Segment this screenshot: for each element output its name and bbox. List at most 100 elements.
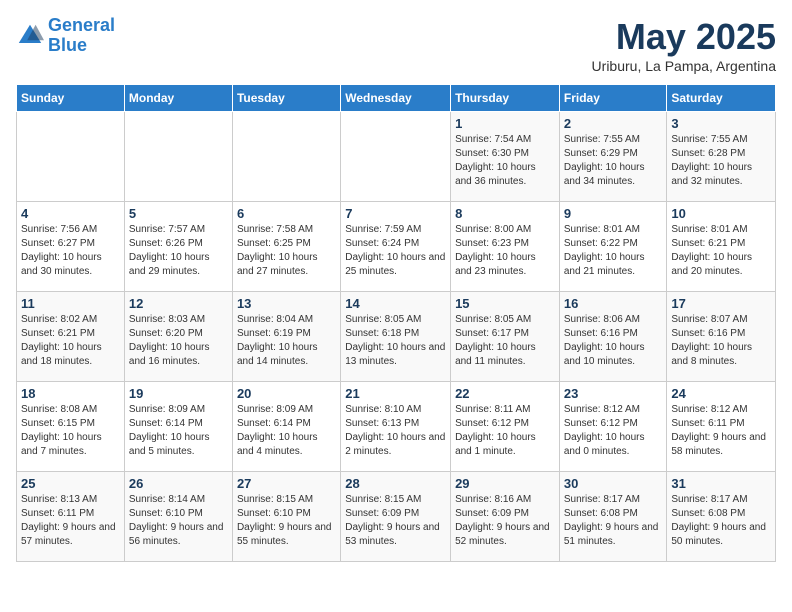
day-number: 4 — [21, 206, 120, 221]
day-cell: 16 Sunrise: 8:06 AM Sunset: 6:16 PM Dayli… — [559, 292, 667, 382]
title-block: May 2025 Uriburu, La Pampa, Argentina — [592, 16, 776, 74]
day-number: 25 — [21, 476, 120, 491]
day-info: Sunrise: 8:06 AM Sunset: 6:16 PM Dayligh… — [564, 313, 663, 369]
day-cell: 6 Sunrise: 7:58 AM Sunset: 6:25 PM Daylig… — [232, 202, 340, 292]
day-info: Sunrise: 8:17 AM Sunset: 6:08 PM Dayligh… — [671, 493, 771, 549]
day-info: Sunrise: 8:03 AM Sunset: 6:20 PM Dayligh… — [129, 313, 228, 369]
day-info: Sunrise: 8:15 AM Sunset: 6:10 PM Dayligh… — [237, 493, 336, 549]
day-info: Sunrise: 8:04 AM Sunset: 6:19 PM Dayligh… — [237, 313, 336, 369]
week-row-3: 11 Sunrise: 8:02 AM Sunset: 6:21 PM Dayli… — [17, 292, 776, 382]
day-number: 23 — [564, 386, 663, 401]
day-number: 20 — [237, 386, 336, 401]
day-info: Sunrise: 8:17 AM Sunset: 6:08 PM Dayligh… — [564, 493, 663, 549]
day-info: Sunrise: 8:14 AM Sunset: 6:10 PM Dayligh… — [129, 493, 228, 549]
logo-line2: Blue — [48, 35, 87, 55]
day-number: 30 — [564, 476, 663, 491]
day-cell: 8 Sunrise: 8:00 AM Sunset: 6:23 PM Daylig… — [451, 202, 560, 292]
day-cell: 27 Sunrise: 8:15 AM Sunset: 6:10 PM Dayli… — [232, 472, 340, 562]
day-number: 11 — [21, 296, 120, 311]
day-info: Sunrise: 8:07 AM Sunset: 6:16 PM Dayligh… — [671, 313, 771, 369]
day-cell: 17Sunrise: 8:07 AM Sunset: 6:16 PM Dayli… — [667, 292, 776, 382]
day-cell: 9Sunrise: 8:01 AM Sunset: 6:22 PM Daylig… — [559, 202, 667, 292]
day-info: Sunrise: 8:02 AM Sunset: 6:21 PM Dayligh… — [21, 313, 120, 369]
day-info: Sunrise: 7:55 AM Sunset: 6:29 PM Dayligh… — [564, 133, 663, 189]
day-number: 16 — [564, 296, 663, 311]
day-cell: 15 Sunrise: 8:05 AM Sunset: 6:17 PM Dayli… — [451, 292, 560, 382]
day-cell: 20 Sunrise: 8:09 AM Sunset: 6:14 PM Dayli… — [232, 382, 340, 472]
day-cell: 22Sunrise: 8:11 AM Sunset: 6:12 PM Dayli… — [451, 382, 560, 472]
day-cell: 2Sunrise: 7:55 AM Sunset: 6:29 PM Daylig… — [559, 112, 667, 202]
day-cell — [124, 112, 232, 202]
day-info: Sunrise: 8:00 AM Sunset: 6:23 PM Dayligh… — [455, 223, 555, 279]
day-number: 1 — [455, 116, 555, 131]
day-number: 13 — [237, 296, 336, 311]
page-header: General Blue May 2025 Uriburu, La Pampa,… — [16, 16, 776, 74]
calendar-table: SundayMondayTuesdayWednesdayThursdayFrid… — [16, 84, 776, 562]
day-number: 29 — [455, 476, 555, 491]
day-number: 6 — [237, 206, 336, 221]
day-number: 26 — [129, 476, 228, 491]
day-info: Sunrise: 7:59 AM Sunset: 6:24 PM Dayligh… — [345, 223, 446, 279]
weekday-header-saturday: Saturday — [667, 85, 776, 112]
day-number: 5 — [129, 206, 228, 221]
day-number: 18 — [21, 386, 120, 401]
day-info: Sunrise: 7:56 AM Sunset: 6:27 PM Dayligh… — [21, 223, 120, 279]
week-row-5: 25 Sunrise: 8:13 AM Sunset: 6:11 PM Dayli… — [17, 472, 776, 562]
day-cell: 4 Sunrise: 7:56 AM Sunset: 6:27 PM Daylig… — [17, 202, 125, 292]
day-info: Sunrise: 8:12 AM Sunset: 6:11 PM Dayligh… — [671, 403, 771, 459]
day-number: 10 — [671, 206, 771, 221]
day-info: Sunrise: 8:09 AM Sunset: 6:14 PM Dayligh… — [129, 403, 228, 459]
day-cell: 25 Sunrise: 8:13 AM Sunset: 6:11 PM Dayli… — [17, 472, 125, 562]
weekday-header-friday: Friday — [559, 85, 667, 112]
day-cell: 11 Sunrise: 8:02 AM Sunset: 6:21 PM Dayli… — [17, 292, 125, 382]
day-cell: 3Sunrise: 7:55 AM Sunset: 6:28 PM Daylig… — [667, 112, 776, 202]
day-info: Sunrise: 7:58 AM Sunset: 6:25 PM Dayligh… — [237, 223, 336, 279]
day-number: 31 — [671, 476, 771, 491]
day-cell — [341, 112, 451, 202]
day-cell: 21Sunrise: 8:10 AM Sunset: 6:13 PM Dayli… — [341, 382, 451, 472]
weekday-header-row: SundayMondayTuesdayWednesdayThursdayFrid… — [17, 85, 776, 112]
day-cell: 31 Sunrise: 8:17 AM Sunset: 6:08 PM Dayli… — [667, 472, 776, 562]
week-row-1: 1 Sunrise: 7:54 AM Sunset: 6:30 PM Daylig… — [17, 112, 776, 202]
week-row-2: 4 Sunrise: 7:56 AM Sunset: 6:27 PM Daylig… — [17, 202, 776, 292]
day-number: 27 — [237, 476, 336, 491]
day-cell: 24 Sunrise: 8:12 AM Sunset: 6:11 PM Dayli… — [667, 382, 776, 472]
day-number: 7 — [345, 206, 446, 221]
day-cell — [232, 112, 340, 202]
day-cell: 1 Sunrise: 7:54 AM Sunset: 6:30 PM Daylig… — [451, 112, 560, 202]
day-info: Sunrise: 8:10 AM Sunset: 6:13 PM Dayligh… — [345, 403, 446, 459]
day-info: Sunrise: 7:57 AM Sunset: 6:26 PM Dayligh… — [129, 223, 228, 279]
location-subtitle: Uriburu, La Pampa, Argentina — [592, 58, 776, 74]
day-number: 22 — [455, 386, 555, 401]
day-number: 14 — [345, 296, 446, 311]
day-info: Sunrise: 8:05 AM Sunset: 6:17 PM Dayligh… — [455, 313, 555, 369]
day-info: Sunrise: 8:15 AM Sunset: 6:09 PM Dayligh… — [345, 493, 446, 549]
day-info: Sunrise: 8:16 AM Sunset: 6:09 PM Dayligh… — [455, 493, 555, 549]
weekday-header-tuesday: Tuesday — [232, 85, 340, 112]
day-info: Sunrise: 8:12 AM Sunset: 6:12 PM Dayligh… — [564, 403, 663, 459]
day-cell: 14 Sunrise: 8:05 AM Sunset: 6:18 PM Dayli… — [341, 292, 451, 382]
day-cell: 29 Sunrise: 8:16 AM Sunset: 6:09 PM Dayli… — [451, 472, 560, 562]
day-cell — [17, 112, 125, 202]
day-cell: 18 Sunrise: 8:08 AM Sunset: 6:15 PM Dayli… — [17, 382, 125, 472]
day-info: Sunrise: 8:13 AM Sunset: 6:11 PM Dayligh… — [21, 493, 120, 549]
day-cell: 28Sunrise: 8:15 AM Sunset: 6:09 PM Dayli… — [341, 472, 451, 562]
day-cell: 30 Sunrise: 8:17 AM Sunset: 6:08 PM Dayli… — [559, 472, 667, 562]
weekday-header-monday: Monday — [124, 85, 232, 112]
logo-icon — [16, 22, 44, 50]
day-cell: 13 Sunrise: 8:04 AM Sunset: 6:19 PM Dayli… — [232, 292, 340, 382]
day-info: Sunrise: 7:55 AM Sunset: 6:28 PM Dayligh… — [671, 133, 771, 189]
day-info: Sunrise: 8:01 AM Sunset: 6:22 PM Dayligh… — [564, 223, 663, 279]
day-number: 15 — [455, 296, 555, 311]
week-row-4: 18 Sunrise: 8:08 AM Sunset: 6:15 PM Dayli… — [17, 382, 776, 472]
day-number: 8 — [455, 206, 555, 221]
day-info: Sunrise: 8:05 AM Sunset: 6:18 PM Dayligh… — [345, 313, 446, 369]
day-info: Sunrise: 8:09 AM Sunset: 6:14 PM Dayligh… — [237, 403, 336, 459]
day-number: 24 — [671, 386, 771, 401]
day-cell: 12Sunrise: 8:03 AM Sunset: 6:20 PM Dayli… — [124, 292, 232, 382]
weekday-header-wednesday: Wednesday — [341, 85, 451, 112]
day-cell: 19Sunrise: 8:09 AM Sunset: 6:14 PM Dayli… — [124, 382, 232, 472]
logo-text: General Blue — [48, 16, 115, 56]
day-info: Sunrise: 7:54 AM Sunset: 6:30 PM Dayligh… — [455, 133, 555, 189]
day-info: Sunrise: 8:08 AM Sunset: 6:15 PM Dayligh… — [21, 403, 120, 459]
